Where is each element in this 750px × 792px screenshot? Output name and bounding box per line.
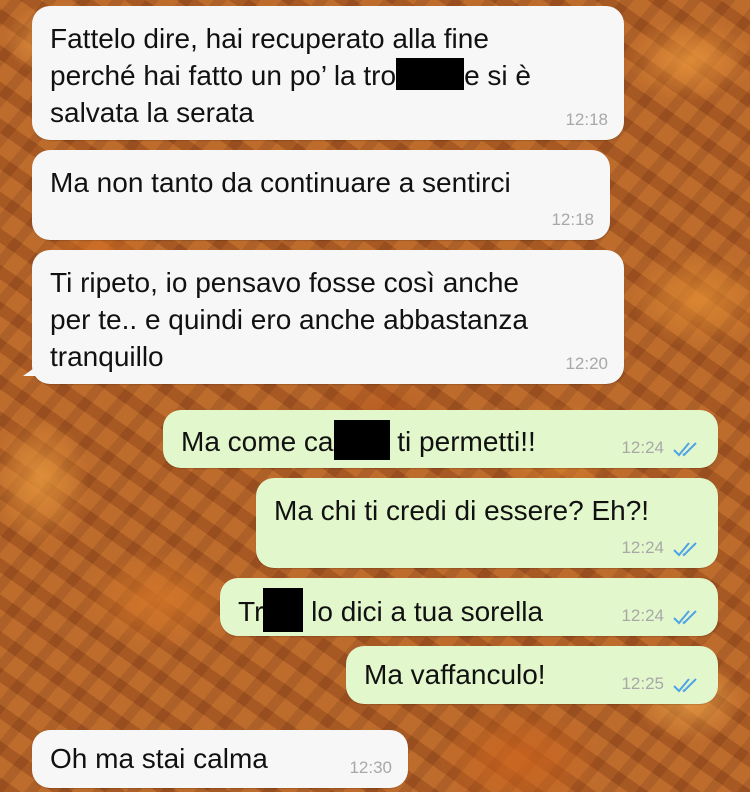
outgoing-message[interactable]: Tr lo dici a tua sorella 12:24 <box>220 578 718 636</box>
double-check-icon <box>673 678 697 693</box>
message-time: 12:24 <box>621 538 664 557</box>
message-text: Oh ma stai calma <box>50 743 268 774</box>
message-text: Ti ripeto, io pensavo fosse così anche p… <box>50 267 528 372</box>
bubble-tail <box>23 366 37 376</box>
message-time: 12:18 <box>565 110 608 129</box>
incoming-message[interactable]: Ti ripeto, io pensavo fosse così anche p… <box>23 250 624 384</box>
outgoing-message[interactable]: Ma vaffanculo! 12:25 <box>346 646 718 704</box>
message-time: 12:20 <box>565 354 608 373</box>
message-text: Fattelo dire, hai recuperato alla fine p… <box>50 23 532 128</box>
redaction-bar <box>396 58 465 90</box>
double-check-icon <box>673 442 697 457</box>
incoming-message[interactable]: Oh ma stai calma 12:30 <box>32 730 408 788</box>
message-text: Ma chi ti credi di essere? Eh?! <box>274 495 650 526</box>
message-time: 12:30 <box>349 758 392 777</box>
message-text: Ma non tanto da continuare a sentirci <box>50 167 511 198</box>
outgoing-message[interactable]: Ma come ca ti permetti!! 12:24 <box>163 410 718 468</box>
double-check-icon <box>673 542 697 557</box>
message-time: 12:25 <box>621 674 664 693</box>
double-check-icon <box>673 610 697 625</box>
redaction-bar <box>263 588 304 632</box>
incoming-message[interactable]: Fattelo dire, hai recuperato alla fine p… <box>32 6 624 140</box>
message-time: 12:18 <box>551 210 594 229</box>
redaction-bar <box>333 420 390 460</box>
incoming-message[interactable]: Ma non tanto da continuare a sentirci 12… <box>32 150 610 240</box>
message-time: 12:24 <box>621 438 664 457</box>
message-time: 12:24 <box>621 606 664 625</box>
outgoing-message[interactable]: Ma chi ti credi di essere? Eh?! 12:24 <box>256 478 718 568</box>
